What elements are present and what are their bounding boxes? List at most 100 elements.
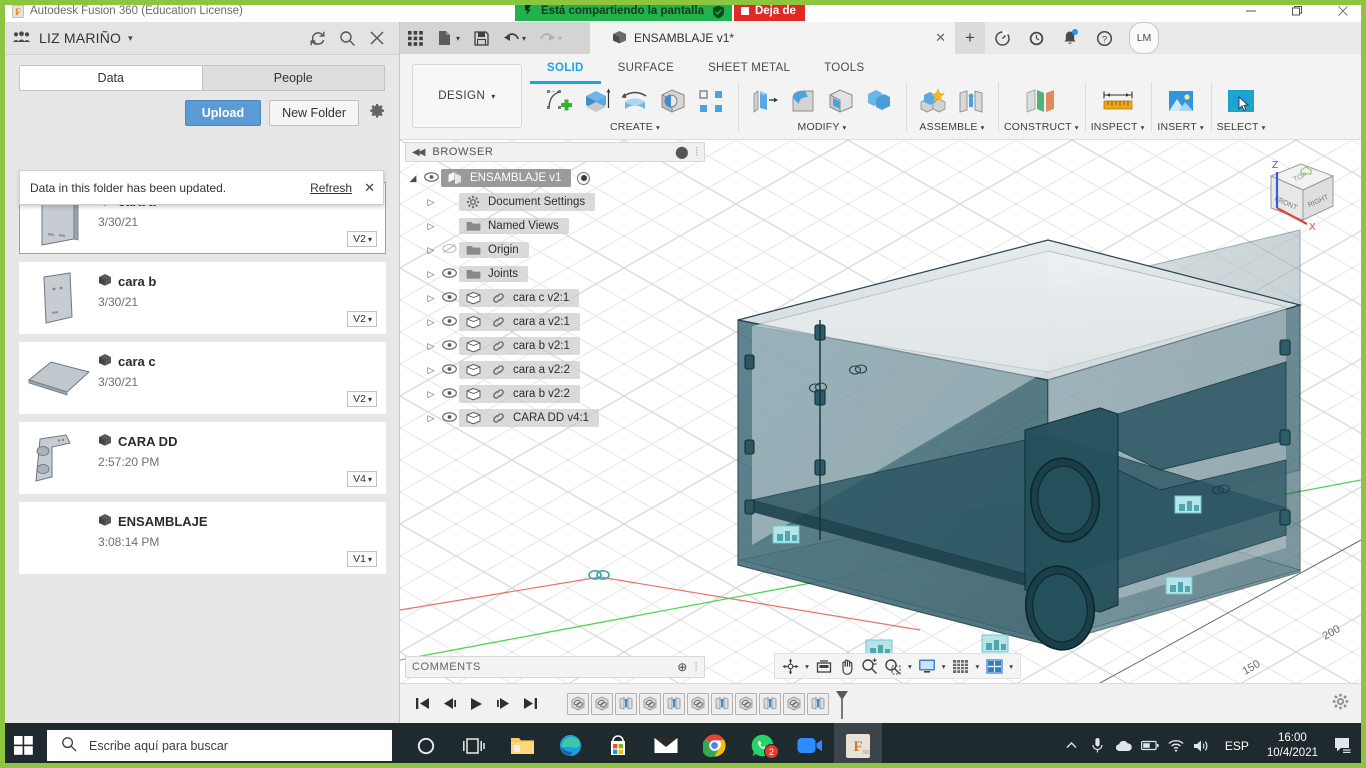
pan-icon[interactable] <box>836 654 858 678</box>
joint-feature-icon[interactable] <box>663 692 685 715</box>
fusion360-icon[interactable]: F 360 <box>834 723 882 768</box>
grid-apps-icon[interactable] <box>400 22 430 54</box>
add-comment-icon[interactable]: ⊕ <box>677 660 688 674</box>
expand-arrow-icon[interactable]: ▷ <box>423 245 439 256</box>
volume-icon[interactable] <box>1189 723 1215 768</box>
notifications-icon[interactable] <box>1055 22 1085 54</box>
show-hidden-icons-icon[interactable] <box>1059 723 1085 768</box>
list-item[interactable]: ENSAMBLAJE 3:08:14 PM V1 ▾ <box>19 502 386 574</box>
visibility-icon[interactable] <box>439 267 459 281</box>
visibility-icon[interactable] <box>421 171 441 185</box>
whatsapp-icon[interactable]: 2 <box>738 723 786 768</box>
insert-dropdown[interactable]: INSERT ▾ <box>1157 121 1203 133</box>
panel-grip-icon[interactable]: ⦙ <box>695 661 698 674</box>
joint-feature-icon[interactable] <box>711 692 733 715</box>
look-at-icon[interactable] <box>813 654 835 678</box>
expand-arrow-icon[interactable]: ▷ <box>423 317 439 328</box>
mail-icon[interactable] <box>642 723 690 768</box>
notice-refresh-link[interactable]: Refresh <box>310 181 352 195</box>
browser-tree[interactable]: ◢ ENSAMBLAJE v1 ▷ Document Settings ▷ Na… <box>405 162 705 430</box>
refresh-icon[interactable] <box>303 25 331 51</box>
create-dropdown[interactable]: CREATE ▾ <box>610 121 660 133</box>
close-icon[interactable] <box>363 25 391 51</box>
file-explorer-icon[interactable] <box>498 723 546 768</box>
onedrive-icon[interactable] <box>1111 723 1137 768</box>
orbit-icon[interactable] <box>779 654 801 678</box>
zoom-app-icon[interactable] <box>786 723 834 768</box>
comments-panel[interactable]: COMMENTS ⊕ ⦙ <box>405 656 705 678</box>
visibility-icon[interactable] <box>439 315 459 329</box>
browser-node-cara-c-v2-1[interactable]: ▷ cara c v2:1 <box>405 286 705 310</box>
browser-node-cara-b-v2-2[interactable]: ▷ cara b v2:2 <box>405 382 705 406</box>
insert-feature-icon[interactable] <box>735 692 757 715</box>
zoom-icon[interactable] <box>859 654 881 678</box>
chrome-icon[interactable] <box>690 723 738 768</box>
select-window-icon[interactable] <box>1221 82 1261 120</box>
expand-arrow-icon[interactable]: ▷ <box>423 413 439 424</box>
insert-feature-icon[interactable] <box>687 692 709 715</box>
expand-arrow-icon[interactable]: ▷ <box>423 389 439 400</box>
cortana-icon[interactable] <box>402 723 450 768</box>
hole-icon[interactable] <box>656 82 690 120</box>
insert-feature-icon[interactable] <box>591 692 613 715</box>
expand-arrow-icon[interactable]: ▷ <box>423 269 439 280</box>
zoom-window-icon[interactable] <box>882 654 904 678</box>
browser-node-document-settings[interactable]: ▷ Document Settings <box>405 190 705 214</box>
chevron-down-icon[interactable]: ▾ <box>905 662 915 671</box>
joint-feature-icon[interactable] <box>759 692 781 715</box>
search-icon[interactable] <box>333 25 361 51</box>
document-tab[interactable]: ENSAMBLAJE v1* ✕ <box>590 22 955 54</box>
step-back-icon[interactable] <box>437 691 461 717</box>
expand-arrow-icon[interactable]: ▷ <box>423 197 439 208</box>
gear-icon[interactable] <box>367 102 387 124</box>
insert-image-icon[interactable] <box>1161 82 1201 120</box>
select-dropdown[interactable]: SELECT ▾ <box>1217 121 1266 133</box>
joint-icon[interactable] <box>954 82 988 120</box>
close-icon[interactable]: ✕ <box>935 30 946 46</box>
windows-start-icon[interactable] <box>0 723 47 768</box>
chevron-down-icon[interactable]: ▾ <box>802 662 812 671</box>
chevron-down-icon[interactable]: ▾ <box>972 662 982 671</box>
tab-data[interactable]: Data <box>19 65 202 91</box>
measure-icon[interactable] <box>1096 82 1140 120</box>
chevron-down-icon[interactable]: ▾ <box>558 34 562 43</box>
browser-node-root[interactable]: ◢ ENSAMBLAJE v1 <box>405 166 705 190</box>
skip-end-icon[interactable] <box>518 691 542 717</box>
list-item[interactable]: cara c 3/30/21 V2 ▾ <box>19 342 386 414</box>
data-panel-file-list[interactable]: cara a 3/30/21 V2▾ <box>5 182 400 723</box>
action-center-icon[interactable] <box>1326 723 1360 768</box>
shell-icon[interactable] <box>824 82 858 120</box>
joint-feature-icon[interactable] <box>615 692 637 715</box>
inspect-dropdown[interactable]: INSPECT ▾ <box>1091 121 1145 133</box>
skip-start-icon[interactable] <box>410 691 434 717</box>
chevron-down-icon[interactable]: ▾ <box>456 34 460 43</box>
visibility-icon[interactable] <box>439 243 459 257</box>
construct-dropdown[interactable]: CONSTRUCT ▾ <box>1004 121 1079 133</box>
insert-feature-icon[interactable] <box>639 692 661 715</box>
expand-arrow-icon[interactable]: ◢ <box>405 173 421 184</box>
language-indicator[interactable]: ESP <box>1215 739 1259 753</box>
browser-node-cara-dd-v4-1[interactable]: ▷ CARA DD v4:1 <box>405 406 705 430</box>
fillet-icon[interactable] <box>786 82 820 120</box>
new-component-icon[interactable] <box>916 82 950 120</box>
joint-feature-icon[interactable] <box>807 692 829 715</box>
version-dropdown[interactable]: V1 ▾ <box>347 551 377 567</box>
browser-node-joints[interactable]: ▷ Joints <box>405 262 705 286</box>
assemble-dropdown[interactable]: ASSEMBLE ▾ <box>919 121 984 133</box>
battery-icon[interactable] <box>1137 723 1163 768</box>
list-item[interactable]: cara b 3/30/21 V2 ▾ <box>19 262 386 334</box>
chevron-down-icon[interactable]: ▾ <box>522 34 526 43</box>
expand-arrow-icon[interactable]: ▷ <box>423 221 439 232</box>
activate-component-radio[interactable] <box>577 171 591 185</box>
tab-people[interactable]: People <box>201 65 385 91</box>
version-dropdown[interactable]: V2 ▾ <box>347 231 377 247</box>
visibility-icon[interactable] <box>439 411 459 425</box>
task-view-icon[interactable] <box>450 723 498 768</box>
expand-arrow-icon[interactable]: ▷ <box>423 293 439 304</box>
modify-dropdown[interactable]: MODIFY ▾ <box>798 121 847 133</box>
list-item[interactable]: CARA DD 2:57:20 PM V4 ▾ <box>19 422 386 494</box>
browser-node-cara-a-v2-1[interactable]: ▷ cara a v2:1 <box>405 310 705 334</box>
edge-icon[interactable] <box>546 723 594 768</box>
visibility-icon[interactable] <box>439 387 459 401</box>
extrude-icon[interactable] <box>580 82 614 120</box>
